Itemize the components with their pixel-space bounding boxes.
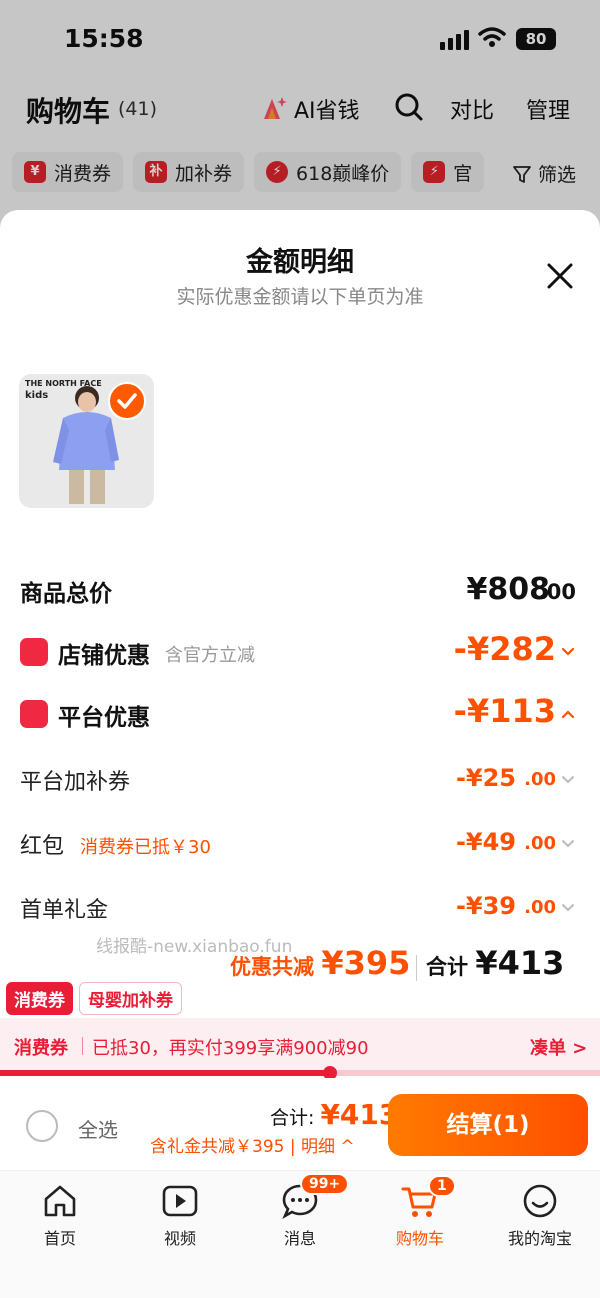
platform-discount-value: -¥113 (453, 692, 556, 730)
profile-icon (523, 1184, 557, 1218)
video-icon (162, 1185, 198, 1217)
total-savings: 优惠共减 ¥395 (230, 944, 410, 982)
shop-discount-row[interactable]: 店铺优惠 含官方立减 -¥282 (20, 630, 580, 672)
red-packet-decimal: .00 (524, 833, 556, 854)
message-badge: 99+ (300, 1173, 350, 1195)
sheet-total-value: ¥413 (475, 944, 565, 982)
tab-label: 我的淘宝 (507, 1229, 572, 1248)
coupon-bar-label: 消费券 (14, 1038, 68, 1059)
tab-video[interactable]: 视频 (120, 1181, 240, 1249)
tab-home[interactable]: 首页 (0, 1181, 120, 1249)
divider (416, 955, 417, 981)
platform-discount-row[interactable]: 平台优惠 -¥113 (20, 692, 580, 734)
sheet-title: 金额明细 (246, 247, 354, 278)
tab-label: 视频 (163, 1229, 196, 1248)
checkout-detail-toggle[interactable]: 含礼金共减￥395 | 明细 ^ (150, 1132, 355, 1157)
total-price-decimal: .00 (538, 580, 576, 604)
shop-icon (20, 638, 48, 666)
shop-discount-hint: 含官方立减 (165, 645, 255, 666)
sheet-total-label: 合计 (426, 955, 468, 979)
tab-profile[interactable]: 我的淘宝 (480, 1181, 600, 1249)
chevron-down-icon (561, 647, 575, 656)
total-price-row: 商品总价 ¥808 .00 (20, 572, 580, 612)
coupon-progress-banner[interactable]: 消费券 已抵30，再实付399享满900减90 凑单 > (0, 1018, 600, 1074)
coupon-tag-consumer: 消费券 (6, 982, 73, 1015)
tab-label: 首页 (43, 1229, 76, 1248)
chevron-down-icon (562, 840, 574, 848)
bottom-tab-bar: 首页 视频 消息 99+ 购物车 1 我的淘宝 (0, 1170, 600, 1298)
subsidy-coupon-label: 平台加补券 (20, 770, 131, 795)
close-icon[interactable] (544, 260, 576, 292)
subsidy-coupon-row[interactable]: 平台加补券 -¥25 .00 (20, 760, 580, 800)
chevron-down-icon (562, 904, 574, 912)
chevron-down-icon (562, 776, 574, 784)
platform-icon (20, 700, 48, 728)
first-order-gift-value: -¥39 (455, 892, 516, 920)
coupon-bar-message: 已抵30，再实付399享满900减90 (92, 1038, 369, 1059)
tab-label: 购物车 (395, 1229, 444, 1248)
shop-discount-value: -¥282 (453, 630, 556, 668)
checkout-bar: 全选 合计: ¥413 含礼金共减￥395 | 明细 ^ 结算(1) (0, 1078, 600, 1170)
checkout-button[interactable]: 结算(1) (388, 1094, 588, 1156)
cart-badge: 1 (428, 1175, 456, 1197)
tab-messages[interactable]: 消息 99+ (240, 1173, 360, 1249)
home-icon (44, 1185, 76, 1217)
red-packet-value: -¥49 (455, 828, 516, 856)
red-packet-label: 红包 (20, 834, 65, 859)
coupon-tag-baby-subsidy: 母婴加补券 (79, 982, 182, 1015)
first-order-gift-row[interactable]: 首单礼金 -¥39 .00 (20, 888, 580, 928)
checkout-sum-value: ¥413 (320, 1098, 399, 1131)
shop-discount-label: 店铺优惠 (58, 643, 150, 669)
tab-cart[interactable]: 购物车 1 (360, 1175, 480, 1249)
coupon-progress-bar (0, 1066, 600, 1080)
divider (82, 1037, 83, 1055)
total-savings-label: 优惠共减 (230, 955, 314, 979)
checkout-sum-label: 合计: (270, 1107, 315, 1129)
red-packet-hint: 消费券已抵￥30 (80, 837, 211, 858)
chevron-up-icon (561, 710, 575, 719)
add-items-button[interactable]: 凑单 > (530, 1034, 587, 1060)
platform-discount-label: 平台优惠 (58, 705, 150, 731)
select-all-radio[interactable] (26, 1110, 58, 1142)
product-brand-sub: kids (25, 390, 49, 401)
first-order-gift-label: 首单礼金 (20, 898, 109, 923)
coupon-tags: 消费券 母婴加补券 (6, 982, 182, 1015)
red-packet-row[interactable]: 红包 消费券已抵￥30 -¥49 .00 (20, 824, 580, 864)
sheet-total: 合计 ¥413 (426, 944, 564, 982)
total-price-label: 商品总价 (20, 581, 112, 607)
amount-detail-sheet: 金额明细 实际优惠金额请以下单页为准 THE NORTH FACE kids 商… (0, 210, 600, 985)
sheet-subtitle: 实际优惠金额请以下单页为准 (176, 286, 424, 308)
overlay-dim[interactable] (0, 0, 600, 240)
subsidy-coupon-decimal: .00 (524, 769, 556, 790)
total-savings-value: ¥395 (321, 944, 411, 982)
subsidy-coupon-value: -¥25 (455, 764, 516, 792)
selected-check-icon[interactable] (108, 382, 146, 420)
coupon-progress-fill (0, 1070, 330, 1076)
product-brand: THE NORTH FACE (25, 379, 102, 388)
select-all-label[interactable]: 全选 (78, 1114, 118, 1143)
tab-label: 消息 (283, 1229, 316, 1248)
total-price-value: ¥808 (466, 572, 551, 607)
checkout-sum: 合计: ¥413 (270, 1098, 398, 1131)
first-order-gift-decimal: .00 (524, 897, 556, 918)
